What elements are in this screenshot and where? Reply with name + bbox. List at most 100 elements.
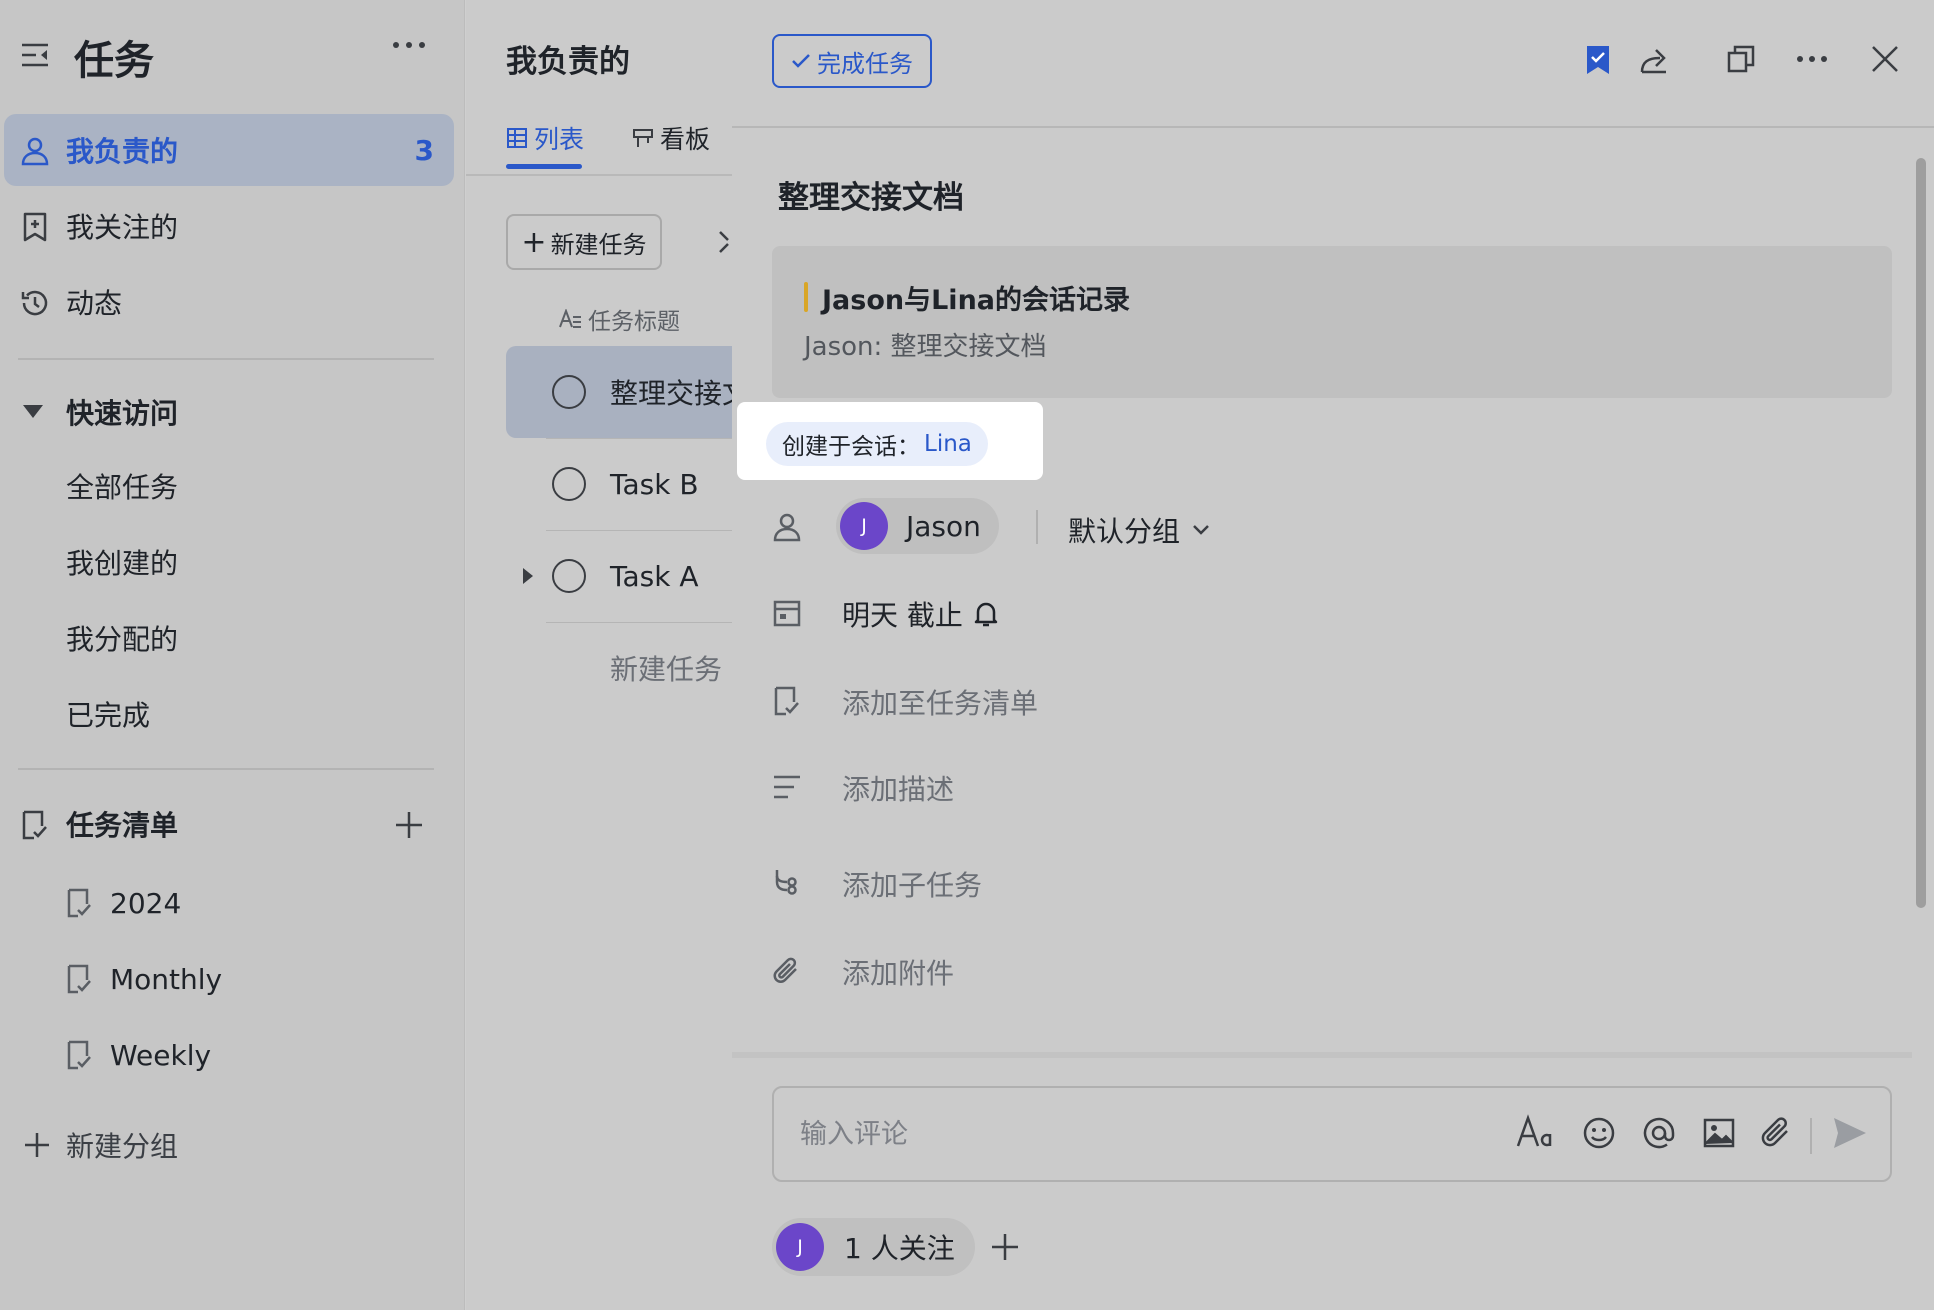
column-header-label: 任务标题 (588, 309, 680, 335)
add-list-icon[interactable] (394, 810, 424, 840)
task-title: 整理交接文档 (610, 377, 732, 410)
task-list-icon (66, 964, 92, 994)
nav-item-assigned-to-me[interactable]: 我负责的 3 (4, 114, 454, 186)
bookmark-icon[interactable] (1584, 44, 1612, 76)
send-icon[interactable] (1832, 1116, 1868, 1150)
app-title: 任务 (74, 38, 154, 84)
new-group-label: 新建分组 (66, 1130, 179, 1163)
toolbar-divider (1810, 1118, 1812, 1154)
assignee-name: Jason (906, 509, 981, 543)
copy-window-icon[interactable] (1726, 44, 1756, 74)
comment-box (772, 1086, 1892, 1182)
source-chat-tag[interactable]: 创建于会话： Lina (766, 422, 988, 466)
task-list-icon (20, 810, 48, 840)
active-tab-indicator (506, 164, 582, 169)
collapse-menu-icon[interactable] (20, 40, 50, 70)
column-header-title[interactable]: 任务标题 (558, 302, 680, 336)
emoji-icon[interactable] (1582, 1116, 1616, 1150)
quick-access-item-created[interactable]: 我创建的 (66, 542, 178, 582)
followers-count: 1 人关注 (844, 1232, 955, 1265)
group-label: 默认分组 (1068, 515, 1181, 548)
quote-title: Jason与Lina的会话记录 (822, 285, 1131, 316)
scrollbar[interactable] (1916, 158, 1926, 908)
avatar: J (840, 502, 888, 550)
paperclip-icon[interactable] (1760, 1116, 1794, 1150)
new-task-button[interactable]: + 新建任务 (506, 214, 662, 270)
quick-access-item-all[interactable]: 全部任务 (66, 466, 178, 506)
field-divider (1036, 510, 1038, 544)
new-task-inline[interactable]: 新建任务 (610, 648, 722, 688)
followers-chip[interactable]: J 1 人关注 (772, 1218, 975, 1276)
mention-icon[interactable] (1642, 1116, 1676, 1150)
chat-quote-card[interactable]: Jason与Lina的会话记录 Jason: 整理交接文档 (772, 246, 1892, 398)
text-format-icon[interactable] (1516, 1114, 1554, 1150)
bell-icon[interactable] (973, 600, 999, 628)
task-list-item[interactable]: 2024 (66, 878, 181, 928)
image-icon[interactable] (1702, 1116, 1736, 1150)
task-list-item[interactable]: Weekly (66, 1030, 211, 1080)
list-panel-title: 我负责的 (506, 44, 630, 80)
task-title: Task B (610, 467, 699, 501)
task-list-item[interactable]: Monthly (66, 954, 222, 1004)
task-list-label: Weekly (110, 1038, 212, 1072)
task-list-icon (772, 686, 800, 716)
task-list-icon (66, 1040, 92, 1070)
quote-bar (804, 282, 808, 312)
comment-divider (732, 1052, 1912, 1058)
new-group-button[interactable]: 新建分组 (24, 1125, 178, 1165)
bookmark-add-icon (20, 212, 50, 242)
sort-icon[interactable] (716, 228, 732, 256)
tab-board[interactable]: 看板 (632, 120, 710, 156)
check-icon (791, 53, 811, 69)
task-lists-header[interactable]: 任务清单 (0, 794, 465, 854)
chevron-down-icon (1192, 524, 1210, 536)
task-list-panel: 我负责的 列表 看板 + 新建任务 任务标题 整理交接文档 Task B Tas… (466, 0, 732, 1310)
person-icon (20, 136, 50, 166)
task-row[interactable]: 整理交接文档 (506, 346, 732, 438)
nav-item-following[interactable]: 我关注的 (4, 190, 454, 262)
task-list-icon (66, 888, 92, 918)
task-detail-title[interactable]: 整理交接文档 (778, 172, 964, 217)
tab-label: 列表 (534, 125, 585, 154)
close-icon[interactable] (1870, 44, 1900, 74)
task-detail-panel: 完成任务 整理交接文档 Jason与Lina的会话记录 Jason: 整理交接文… (732, 0, 1934, 1310)
due-date-row[interactable]: 明天 截止 (772, 584, 1872, 644)
task-row[interactable]: Task B (506, 438, 732, 530)
history-icon (20, 288, 50, 318)
add-attachment-row[interactable]: 添加附件 (772, 942, 1872, 1002)
add-to-list-row[interactable]: 添加至任务清单 (772, 672, 1872, 732)
task-list-label: Monthly (110, 962, 223, 996)
sidebar-divider (18, 358, 434, 360)
quote-body: Jason: 整理交接文档 (804, 332, 1047, 362)
complete-task-button[interactable]: 完成任务 (772, 34, 932, 88)
quick-access-header[interactable]: 快速访问 (0, 382, 465, 442)
assignee-chip[interactable]: J Jason (836, 498, 999, 554)
tab-list[interactable]: 列表 (506, 120, 584, 156)
description-icon (772, 774, 802, 800)
quick-access-item-completed[interactable]: 已完成 (66, 694, 150, 734)
plus-icon (24, 1132, 50, 1158)
task-row[interactable]: Task A (506, 530, 732, 622)
comment-input[interactable] (798, 1114, 1458, 1154)
group-select[interactable]: 默认分组 (1068, 510, 1210, 550)
add-description-row[interactable]: 添加描述 (772, 758, 1872, 818)
task-checkbox[interactable] (552, 375, 586, 409)
task-checkbox[interactable] (552, 559, 586, 593)
expand-caret-icon[interactable] (522, 567, 534, 585)
more-icon[interactable] (392, 40, 426, 50)
nav-item-label: 我负责的 (66, 135, 179, 168)
more-icon[interactable] (1796, 54, 1828, 64)
quick-access-item-assigned[interactable]: 我分配的 (66, 618, 178, 658)
share-icon[interactable] (1638, 44, 1670, 76)
task-checkbox[interactable] (552, 467, 586, 501)
add-attachment-label: 添加附件 (842, 957, 955, 990)
add-description-label: 添加描述 (842, 773, 955, 806)
nav-item-count: 3 (414, 133, 434, 167)
add-follower-icon[interactable] (990, 1232, 1020, 1262)
new-task-label: 新建任务 (550, 230, 647, 259)
source-chat-link[interactable]: Lina (924, 431, 972, 457)
caret-down-icon (22, 404, 44, 420)
quick-access-label: 快速访问 (66, 397, 179, 430)
nav-item-activity[interactable]: 动态 (4, 266, 454, 338)
add-subtask-row[interactable]: 添加子任务 (772, 854, 1872, 914)
